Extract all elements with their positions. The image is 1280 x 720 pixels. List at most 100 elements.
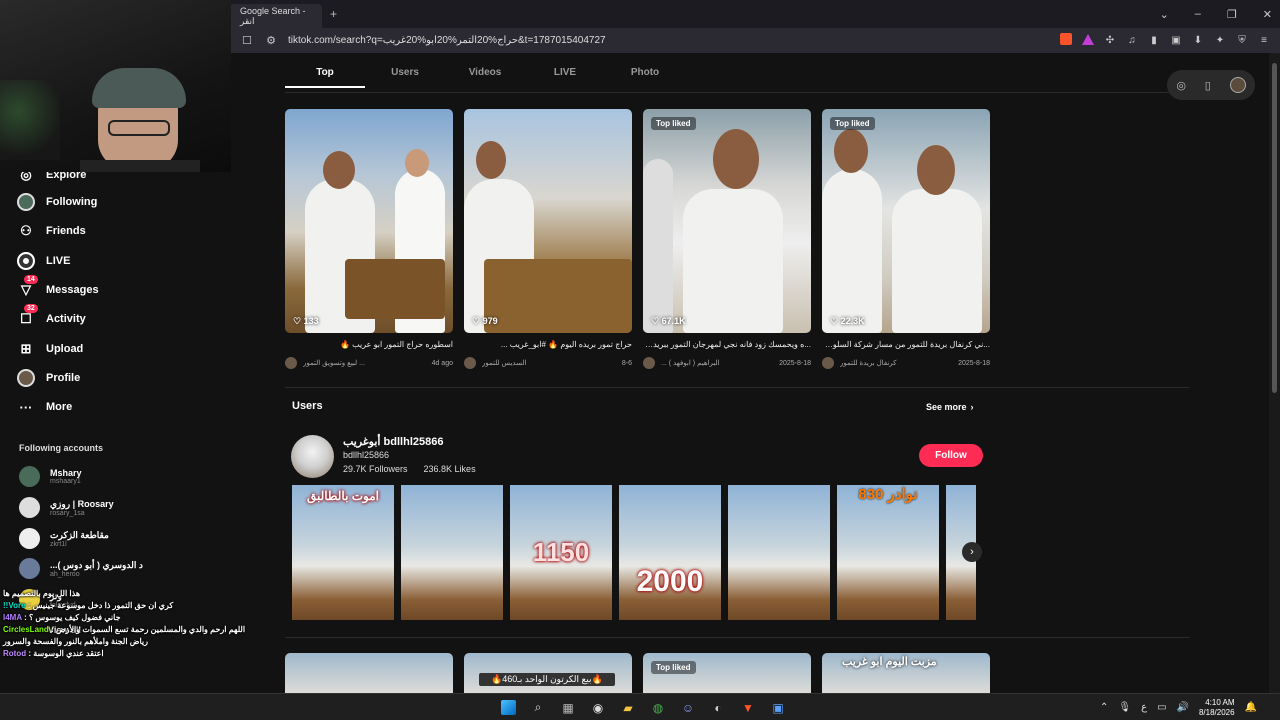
- user-stats: 29.7K Followers 236.8K Likes: [343, 464, 476, 474]
- tab-photo[interactable]: Photo: [605, 67, 685, 88]
- user-video-thumbnail[interactable]: اموت بالطالبق: [292, 485, 394, 620]
- url-field[interactable]: tiktok.com/search?q=حراج%20التمر%20ابو%2…: [288, 35, 1060, 46]
- browser-tab[interactable]: Google Search - انقر: [230, 4, 322, 28]
- site-settings-icon[interactable]: ⚙: [264, 34, 278, 47]
- sidebar-toggle-icon[interactable]: ▮: [1148, 35, 1160, 46]
- friends-icon: ⚇: [20, 223, 32, 238]
- sidebar-item-messages[interactable]: ▽ 14 Messages: [16, 275, 99, 300]
- tab-list-button[interactable]: ⌄: [1160, 8, 1169, 21]
- video-author[interactable]: لبيع وتسويق التمور ...: [303, 359, 432, 367]
- see-more-link[interactable]: See more ›: [926, 402, 974, 412]
- device-icon[interactable]: ▯: [1205, 79, 1211, 92]
- sidebar-item-label: LIVE: [46, 255, 71, 267]
- brave-rewards-icon[interactable]: [1082, 33, 1094, 48]
- video-description: ...ه ويحمسك زود فانه نجي لمهرجان التمور …: [643, 340, 811, 349]
- video-thumbnail[interactable]: Top liked ♡ 22.3K: [822, 109, 990, 333]
- video-card[interactable]: ♡ 979 حراج تمور بريده اليوم 🔥 #ابو_غريب …: [464, 109, 632, 369]
- network-icon[interactable]: ▭: [1157, 702, 1166, 713]
- sidebar-item-following[interactable]: Following: [16, 192, 97, 212]
- tab-top[interactable]: Top: [285, 67, 365, 88]
- language-indicator[interactable]: ع: [1141, 702, 1147, 713]
- obs-icon[interactable]: ◉: [587, 697, 609, 719]
- tab-videos[interactable]: Videos: [445, 67, 525, 88]
- following-account[interactable]: مقاطعة الزكرت zkrt1l: [19, 528, 109, 549]
- video-card[interactable]: Top liked ♡ 22.3K ...ني كرنفال بريدة للت…: [822, 109, 990, 369]
- coin-icon[interactable]: ◎: [1176, 79, 1186, 92]
- chevron-up-icon[interactable]: ⌃: [1100, 702, 1108, 713]
- user-video-thumbnail[interactable]: [401, 485, 503, 620]
- user-avatar-icon[interactable]: [1229, 77, 1246, 93]
- user-video-thumbnail[interactable]: 2000: [619, 485, 721, 620]
- video-thumbnail[interactable]: Top liked: [643, 653, 811, 693]
- chat-message: I4MA : جاني فضول كيف يوسوس ؟: [3, 613, 121, 622]
- sidebar-item-activity[interactable]: ☐ 32 Activity: [16, 304, 86, 329]
- extensions-icon[interactable]: ✣: [1104, 35, 1116, 46]
- leo-ai-icon[interactable]: ✦: [1214, 35, 1226, 46]
- video-card[interactable]: Top liked ♡ 67.1K ...ه ويحمسك زود فانه ن…: [643, 109, 811, 369]
- menu-icon[interactable]: ≡: [1258, 35, 1270, 46]
- brave-shields-icon[interactable]: [1060, 33, 1072, 48]
- following-account[interactable]: Mshary mshaary1: [19, 466, 82, 487]
- following-account[interactable]: ...د الدوسري ( أبو دوس ) ah_heroo: [19, 558, 143, 579]
- video-thumbnail[interactable]: ♡ 979: [464, 109, 632, 333]
- video-thumbnail[interactable]: ♡ 133: [285, 109, 453, 333]
- notifications-icon[interactable]: 🔔: [1245, 702, 1257, 713]
- video-author[interactable]: السديس للتمور: [482, 359, 622, 367]
- video-author[interactable]: ... ( ابوفهد ) البراهيم: [661, 359, 779, 367]
- user-video-thumbnail[interactable]: [728, 485, 830, 620]
- tab-live[interactable]: LIVE: [525, 67, 605, 88]
- music-icon[interactable]: ♫: [1126, 35, 1138, 46]
- video-author[interactable]: كرنفال بريدة للتمور: [840, 359, 958, 367]
- maximize-button[interactable]: ❐: [1227, 8, 1237, 21]
- chrome-icon[interactable]: ◍: [647, 697, 669, 719]
- like-count: ♡ 22.3K: [830, 316, 865, 326]
- start-button[interactable]: [497, 697, 519, 719]
- strip-next-button[interactable]: ›: [962, 542, 982, 562]
- bookmark-icon[interactable]: ☐: [240, 34, 254, 47]
- brave-icon[interactable]: ▼: [737, 697, 759, 719]
- user-avatar[interactable]: [291, 435, 334, 478]
- user-display-name[interactable]: أبوغريب bdllhl25866: [343, 435, 443, 448]
- video-thumbnail[interactable]: Top liked ♡ 67.1K: [643, 109, 811, 333]
- like-count: ♡ 133: [293, 316, 319, 326]
- wallet-icon[interactable]: ▣: [1170, 35, 1182, 46]
- account-handle: mshaary1: [50, 478, 81, 485]
- new-tab-button[interactable]: +: [330, 7, 337, 21]
- sidebar-item-friends[interactable]: ⚇ Friends: [16, 221, 86, 241]
- download-icon[interactable]: ⬇: [1192, 35, 1204, 46]
- page-scrollbar[interactable]: [1269, 53, 1280, 693]
- following-avatar-icon: [16, 192, 36, 212]
- vpn-icon[interactable]: ⛨: [1236, 35, 1248, 46]
- steam-icon[interactable]: ◐: [707, 697, 729, 719]
- user-video-thumbnail[interactable]: 1150: [510, 485, 612, 620]
- more-icon: ···: [19, 399, 33, 415]
- video-card[interactable]: ♡ 133 اسطوره حراج التمور ابو عريب 🔥 لبيع…: [285, 109, 453, 369]
- extensions: ✣ ♫ ▮ ▣ ⬇ ✦ ⛨ ≡: [1060, 33, 1270, 48]
- account-name: Mshary: [50, 468, 82, 478]
- widgets-icon[interactable]: ▦: [557, 697, 579, 719]
- app-icon[interactable]: ▣: [767, 697, 789, 719]
- sidebar-item-upload[interactable]: ⊞ Upload: [16, 339, 84, 359]
- follow-button[interactable]: Follow: [919, 444, 983, 467]
- sidebar-item-profile[interactable]: Profile: [16, 368, 80, 388]
- following-account[interactable]: روزي | Roosary rosary_1sa: [19, 497, 114, 518]
- file-explorer-icon[interactable]: ▰: [617, 697, 639, 719]
- video-thumbnail[interactable]: مزبت اليوم ابو غريب: [822, 653, 990, 693]
- microphone-icon[interactable]: 🎙: [1118, 702, 1131, 713]
- sidebar-item-live[interactable]: LIVE: [16, 251, 70, 271]
- sidebar-item-label: Following: [46, 196, 98, 208]
- video-thumbnail[interactable]: 🔥بيع الكرتون الواحد بـ460🔥: [464, 653, 632, 693]
- user-video-thumbnail[interactable]: 830 نوادر: [837, 485, 939, 620]
- volume-icon[interactable]: 🔊: [1177, 702, 1189, 713]
- webcam-overlay: [0, 0, 231, 172]
- minimize-button[interactable]: –: [1195, 8, 1201, 20]
- close-window-button[interactable]: ✕: [1263, 8, 1272, 21]
- discord-icon[interactable]: ☺: [677, 697, 699, 719]
- video-thumbnail[interactable]: [285, 653, 453, 693]
- tab-users[interactable]: Users: [365, 67, 445, 88]
- clock[interactable]: 4:10 AM 8/18/2026: [1199, 698, 1235, 718]
- sidebar-item-more[interactable]: ··· More: [16, 397, 73, 417]
- tab-title: Google Search - انقر: [240, 5, 306, 26]
- search-icon[interactable]: ⌕: [527, 697, 549, 719]
- scroll-thumb[interactable]: [1272, 63, 1277, 393]
